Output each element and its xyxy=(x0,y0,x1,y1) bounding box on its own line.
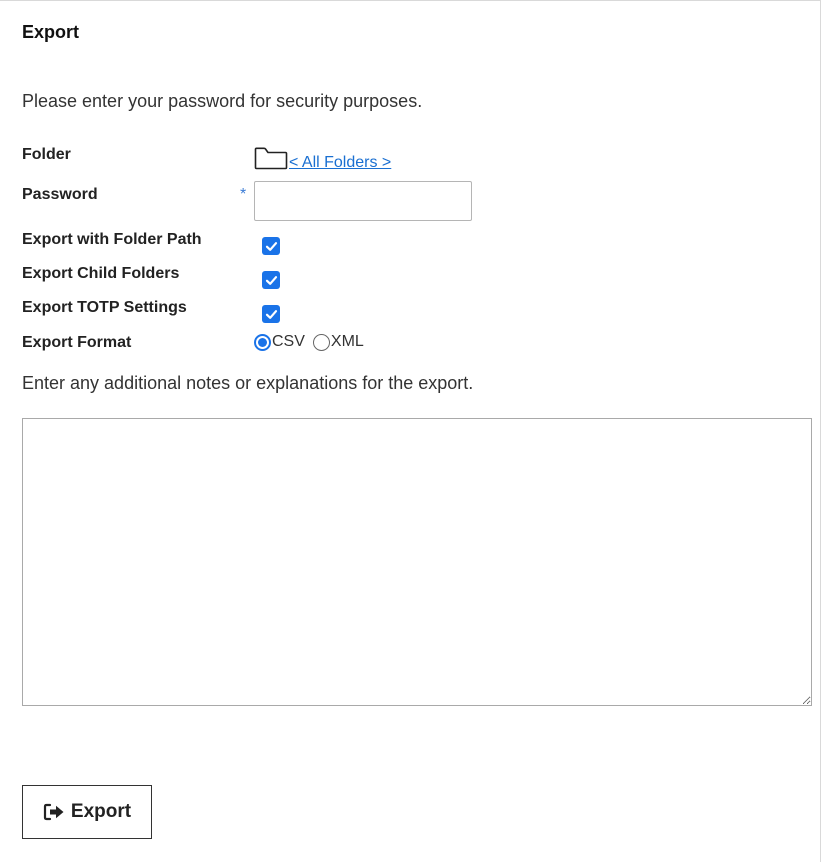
panel-title: Export xyxy=(22,22,80,42)
export-folder-path-label: Export with Folder Path xyxy=(22,231,202,248)
intro-text: Please enter your password for security … xyxy=(22,91,423,111)
xml-radio[interactable] xyxy=(312,333,330,351)
password-input[interactable] xyxy=(254,181,472,221)
export-child-folders-checkbox[interactable] xyxy=(262,271,280,289)
checkmark-icon xyxy=(265,275,277,285)
export-totp-label: Export TOTP Settings xyxy=(22,299,187,316)
checkmark-icon xyxy=(265,241,277,251)
xml-radio-label[interactable]: XML xyxy=(331,333,364,351)
checkmark-icon xyxy=(265,309,277,319)
sign-out-icon xyxy=(43,803,64,821)
folder-icon[interactable] xyxy=(254,146,288,170)
csv-radio[interactable] xyxy=(254,333,271,351)
required-marker: * xyxy=(240,186,247,203)
notes-textarea[interactable] xyxy=(22,418,812,706)
export-totp-checkbox[interactable] xyxy=(262,305,280,323)
all-folders-link[interactable]: < All Folders > xyxy=(289,154,391,172)
folder-picker[interactable]: < All Folders > xyxy=(254,146,391,172)
export-button-label: Export xyxy=(70,801,132,822)
export-button[interactable]: Export xyxy=(22,785,152,839)
export-format-group: CSV XML xyxy=(254,333,372,351)
export-child-folders-label: Export Child Folders xyxy=(22,265,180,282)
folder-label: Folder xyxy=(22,146,71,163)
csv-radio-label[interactable]: CSV xyxy=(272,333,305,351)
export-folder-path-checkbox[interactable] xyxy=(262,237,280,255)
password-label: Password xyxy=(22,186,98,203)
export-format-label: Export Format xyxy=(22,334,132,351)
notes-label: Enter any additional notes or explanatio… xyxy=(22,373,474,393)
